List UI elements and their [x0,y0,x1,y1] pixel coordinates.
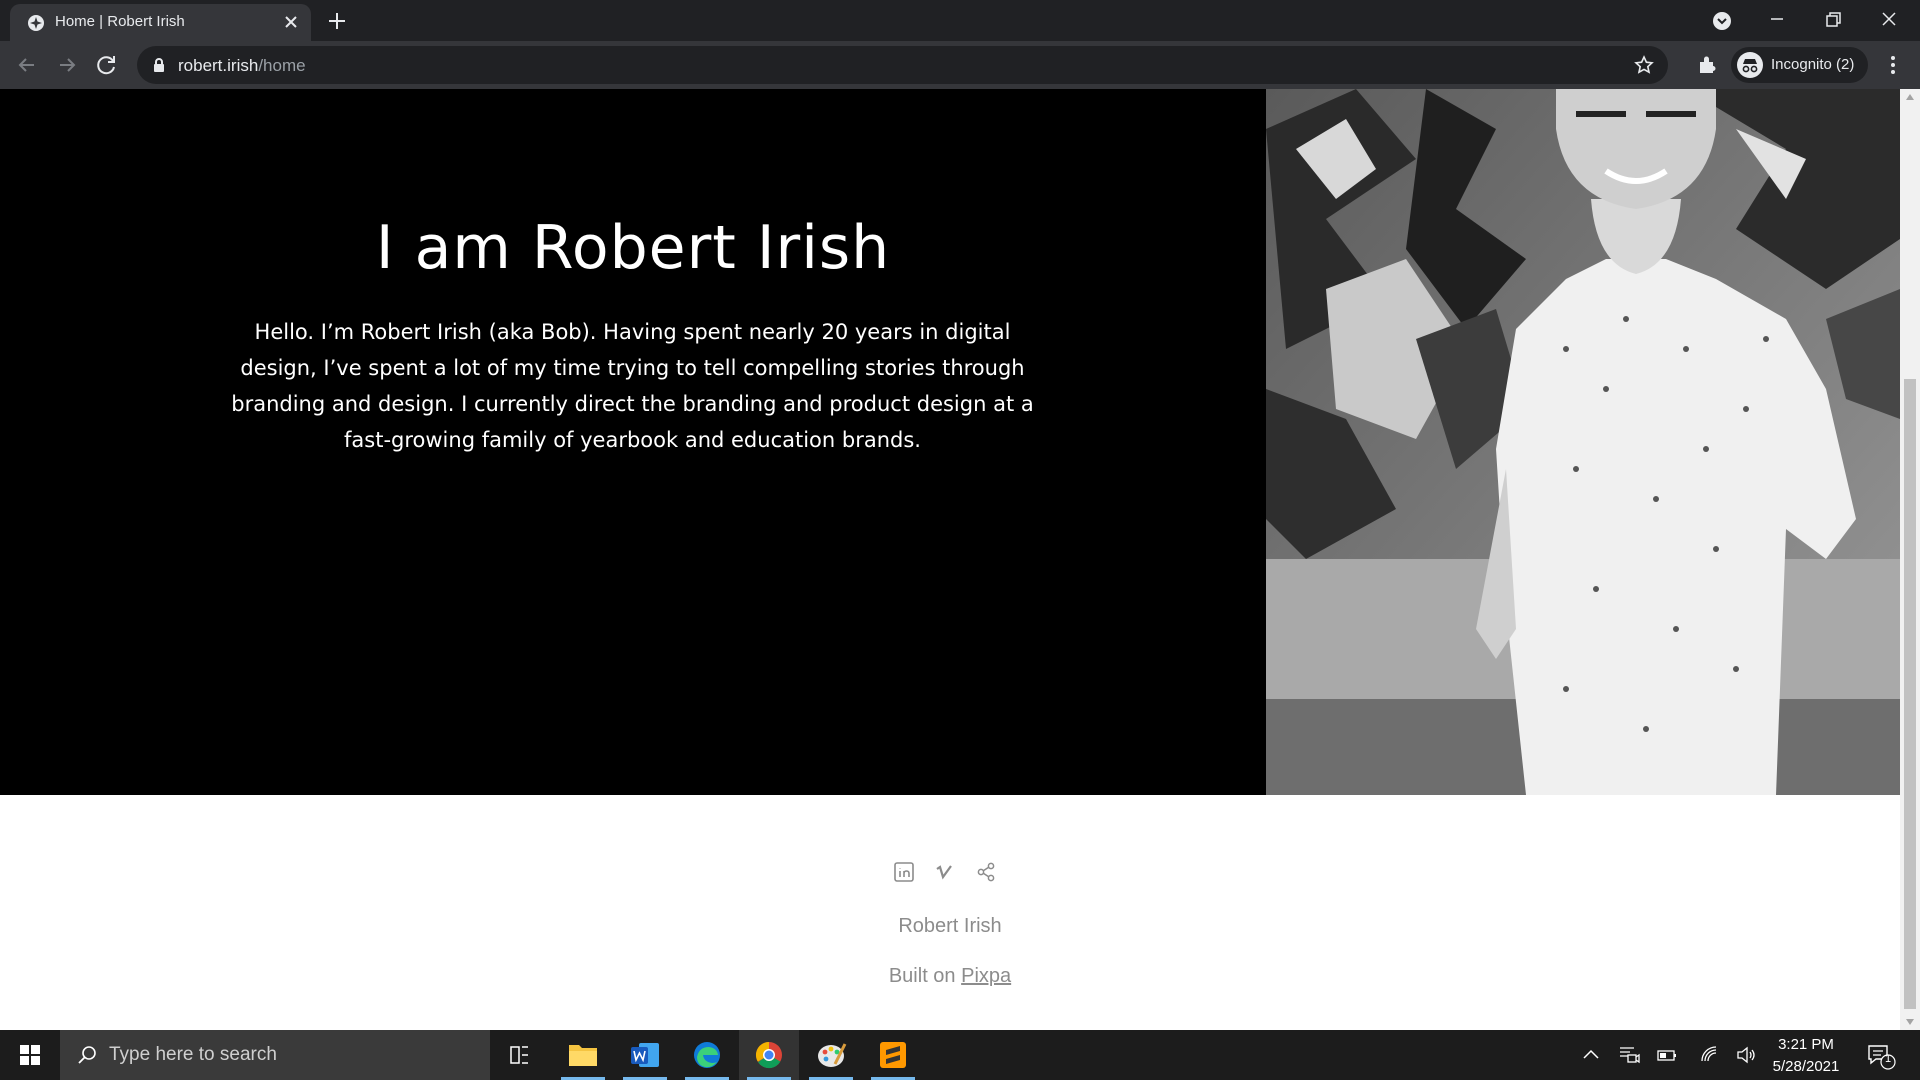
sublime-text-taskbar-button[interactable] [863,1030,923,1080]
chrome-icon [755,1041,782,1069]
portrait-photo-graphic [1266,89,1900,795]
folder-icon [569,1045,597,1066]
tab-search-icon[interactable] [1707,6,1737,34]
battery-icon[interactable] [1655,1043,1679,1067]
close-tab-icon[interactable] [281,12,301,32]
taskbar-clock[interactable]: 3:21 PM 5/28/2021 [1760,1034,1852,1078]
incognito-profile-button[interactable]: Incognito (2) [1731,47,1868,83]
site-favicon-icon [28,15,44,31]
linkedin-icon[interactable] [893,861,915,883]
restore-icon[interactable] [1818,6,1848,34]
url-host: robert.irish [178,56,259,75]
network-icon[interactable] [1698,1043,1722,1067]
windows-start-icon[interactable] [0,1030,60,1080]
portrait-photo [1266,89,1900,795]
built-on-text: Built on [888,965,956,987]
reload-icon[interactable] [93,51,121,79]
show-hidden-icons-chevron-icon[interactable] [1579,1043,1603,1067]
tab-title: Home | Robert Irish [55,13,185,30]
pixpa-link[interactable]: Pixpa [961,965,1011,987]
action-center-button[interactable]: 1 [1866,1042,1896,1070]
forward-icon[interactable] [53,51,81,79]
footer-site-name: Robert Irish [898,915,1002,937]
hero-intro-text: Hello. I’m Robert Irish (aka Bob). Havin… [231,320,1034,452]
incognito-label: Incognito (2) [1771,56,1855,73]
file-explorer-taskbar-button[interactable] [553,1030,613,1080]
extensions-icon[interactable] [1694,51,1722,79]
paint-taskbar-button[interactable] [801,1030,861,1080]
task-view-icon[interactable] [490,1030,550,1080]
bookmark-star-icon[interactable] [1634,55,1654,75]
word-icon [631,1043,659,1067]
meet-now-icon[interactable] [1617,1043,1641,1067]
page-viewport: I am Robert Irish Hello. I’m Robert Iris… [0,89,1900,1030]
taskbar-search-box[interactable]: Type here to search [60,1030,490,1080]
windows-taskbar: Type here to search 3:21 PM 5/28/2021 1 [0,1030,1920,1080]
scroll-down-arrow-icon[interactable] [1905,1018,1915,1026]
page-scrollbar[interactable] [1900,89,1920,1030]
clock-time: 3:21 PM [1778,1036,1834,1053]
edge-taskbar-button[interactable] [677,1030,737,1080]
scrollbar-thumb[interactable] [1904,379,1916,1009]
vimeo-icon[interactable] [934,861,956,883]
notification-count: 1 [1885,1053,1892,1065]
url-path: /home [258,56,306,75]
search-placeholder: Type here to search [109,1044,277,1065]
edge-icon [694,1042,720,1068]
minimize-icon[interactable] [1762,6,1792,34]
back-icon[interactable] [13,51,41,79]
tab-strip: Home | Robert Irish [0,0,1920,41]
hero-title: I am Robert Irish [375,213,891,283]
url-text[interactable]: robert.irish/home [178,56,306,76]
search-icon [78,1046,96,1064]
new-tab-icon[interactable] [325,9,349,33]
close-window-icon[interactable] [1874,6,1904,34]
lock-icon[interactable] [152,57,166,73]
share-icon[interactable] [975,861,997,883]
clock-date: 5/28/2021 [1772,1058,1840,1075]
word-taskbar-button[interactable] [615,1030,675,1080]
notification-icon [1868,1045,1896,1070]
hero-section: I am Robert Irish Hello. I’m Robert Iris… [0,89,1266,795]
address-bar[interactable]: robert.irish/home [137,46,1668,84]
browser-tab[interactable]: Home | Robert Irish [10,4,311,41]
chrome-taskbar-button[interactable] [739,1030,799,1080]
footer-credit: Built on Pixpa [0,965,1900,988]
volume-icon[interactable] [1735,1043,1759,1067]
scroll-up-arrow-icon[interactable] [1905,93,1915,101]
menu-kebab-icon[interactable] [1879,51,1907,79]
browser-toolbar: robert.irish/home Incognito (2) [0,41,1920,89]
site-footer: Robert Irish Built on Pixpa [0,795,1900,1030]
paint-palette-icon [818,1043,847,1067]
sublime-text-icon [880,1042,906,1068]
incognito-icon [1737,52,1763,78]
